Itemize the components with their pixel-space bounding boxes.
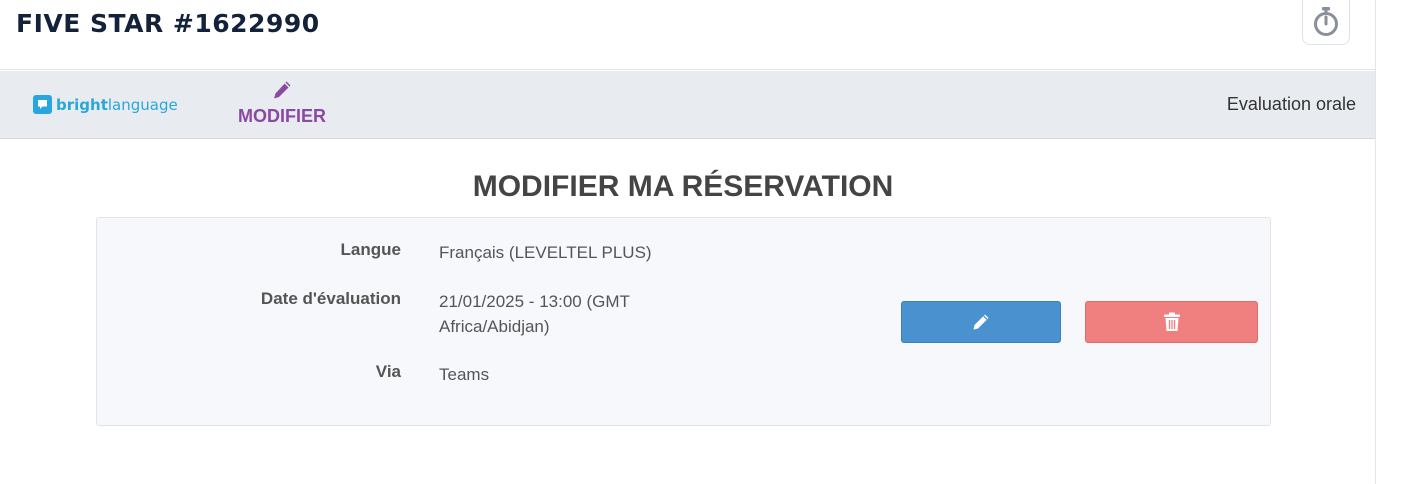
stopwatch-icon [1314, 7, 1338, 36]
section-title: MODIFIER MA RÉSERVATION [472, 170, 894, 203]
top-header: FIVE STAR #1622990 [0, 0, 1375, 70]
nav-bar: brightlanguage MODIFIER Evaluation orale [0, 71, 1375, 139]
reservation-card: Langue Français (LEVELTEL PLUS) Date d'é… [96, 217, 1271, 426]
nav-item-modifier[interactable]: MODIFIER [232, 79, 332, 131]
nav-item-modifier-label: MODIFIER [238, 106, 326, 126]
detail-label: Date d'évaluation [260, 289, 401, 308]
detail-label: Via [375, 362, 401, 381]
detail-value: 21/01/2025 - 13:00 (GMT Africa/Abidjan) [439, 292, 630, 336]
logo-text: brightlanguage [56, 95, 178, 114]
detail-label: Langue [340, 240, 401, 259]
speech-bubble-logo-icon [33, 95, 52, 114]
detail-value: Français (LEVELTEL PLUS) [439, 243, 652, 262]
page-right-border [1375, 0, 1376, 484]
pencil-icon [973, 314, 989, 330]
detail-value: Teams [439, 365, 490, 384]
edit-reservation-button[interactable] [901, 301, 1061, 343]
brightlanguage-logo[interactable]: brightlanguage [33, 95, 178, 114]
pencil-icon [271, 79, 293, 101]
evaluation-type-label: Evaluation orale [1226, 94, 1356, 114]
page-title: FIVE STAR #1622990 [16, 9, 320, 38]
timer-button[interactable] [1302, 0, 1350, 45]
delete-reservation-button[interactable] [1085, 301, 1258, 343]
trash-icon [1163, 312, 1180, 331]
